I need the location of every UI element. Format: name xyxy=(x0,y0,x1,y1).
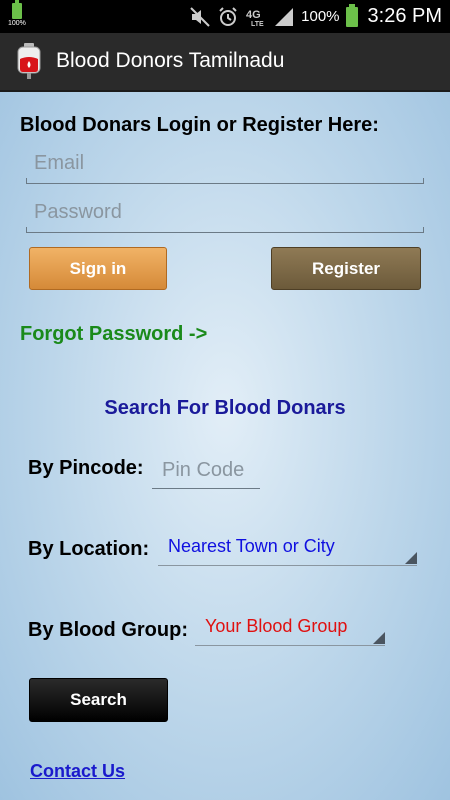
svg-text:LTE: LTE xyxy=(251,21,264,28)
email-field-edge-left xyxy=(26,178,27,184)
dropdown-arrow-icon xyxy=(405,552,417,564)
blood-bag-icon xyxy=(16,43,42,79)
contact-us-link[interactable]: Contact Us xyxy=(30,761,125,782)
action-bar: Blood Donors Tamilnadu xyxy=(0,33,450,92)
pincode-label: By Pincode: xyxy=(28,457,144,479)
battery-icon xyxy=(345,3,358,27)
mute-icon xyxy=(189,6,211,28)
pincode-input[interactable] xyxy=(152,453,260,489)
signal-strength-icon xyxy=(273,6,295,28)
password-field-edge-left xyxy=(26,227,27,233)
blood-group-selected: Your Blood Group xyxy=(205,616,348,636)
app-title: Blood Donors Tamilnadu xyxy=(56,49,285,72)
main-content: Blood Donars Login or Register Here: Sig… xyxy=(0,92,450,800)
blood-group-dropdown[interactable]: Your Blood Group xyxy=(195,610,385,646)
search-button[interactable]: Search xyxy=(29,678,168,722)
email-field-edge-right xyxy=(423,178,424,184)
battery-notification-icon: 100% xyxy=(8,0,28,29)
password-field-edge-right xyxy=(423,227,424,233)
location-selected: Nearest Town or City xyxy=(168,536,335,556)
svg-text:4G: 4G xyxy=(246,9,261,21)
dropdown-arrow-icon xyxy=(373,632,385,644)
blood-group-label: By Blood Group: xyxy=(28,619,188,641)
alarm-clock-icon xyxy=(217,6,239,28)
sign-in-button[interactable]: Sign in xyxy=(29,247,167,290)
email-field[interactable] xyxy=(26,144,424,184)
register-button[interactable]: Register xyxy=(271,247,421,290)
location-dropdown[interactable]: Nearest Town or City xyxy=(158,530,417,566)
network-4g-lte-icon: 4G LTE xyxy=(245,6,267,28)
battery-percent: 100% xyxy=(301,8,340,25)
location-label: By Location: xyxy=(28,538,150,560)
search-heading: Search For Blood Donars xyxy=(104,397,346,419)
status-bar: 100% 4G LTE 100% 3:26 PM xyxy=(0,0,450,33)
login-heading: Blood Donars Login or Register Here: xyxy=(20,114,379,136)
forgot-password-link[interactable]: Forgot Password -> xyxy=(20,323,207,346)
password-field[interactable] xyxy=(26,193,424,233)
small-battery-percent: 100% xyxy=(8,20,26,27)
clock-time: 3:26 PM xyxy=(367,5,442,27)
